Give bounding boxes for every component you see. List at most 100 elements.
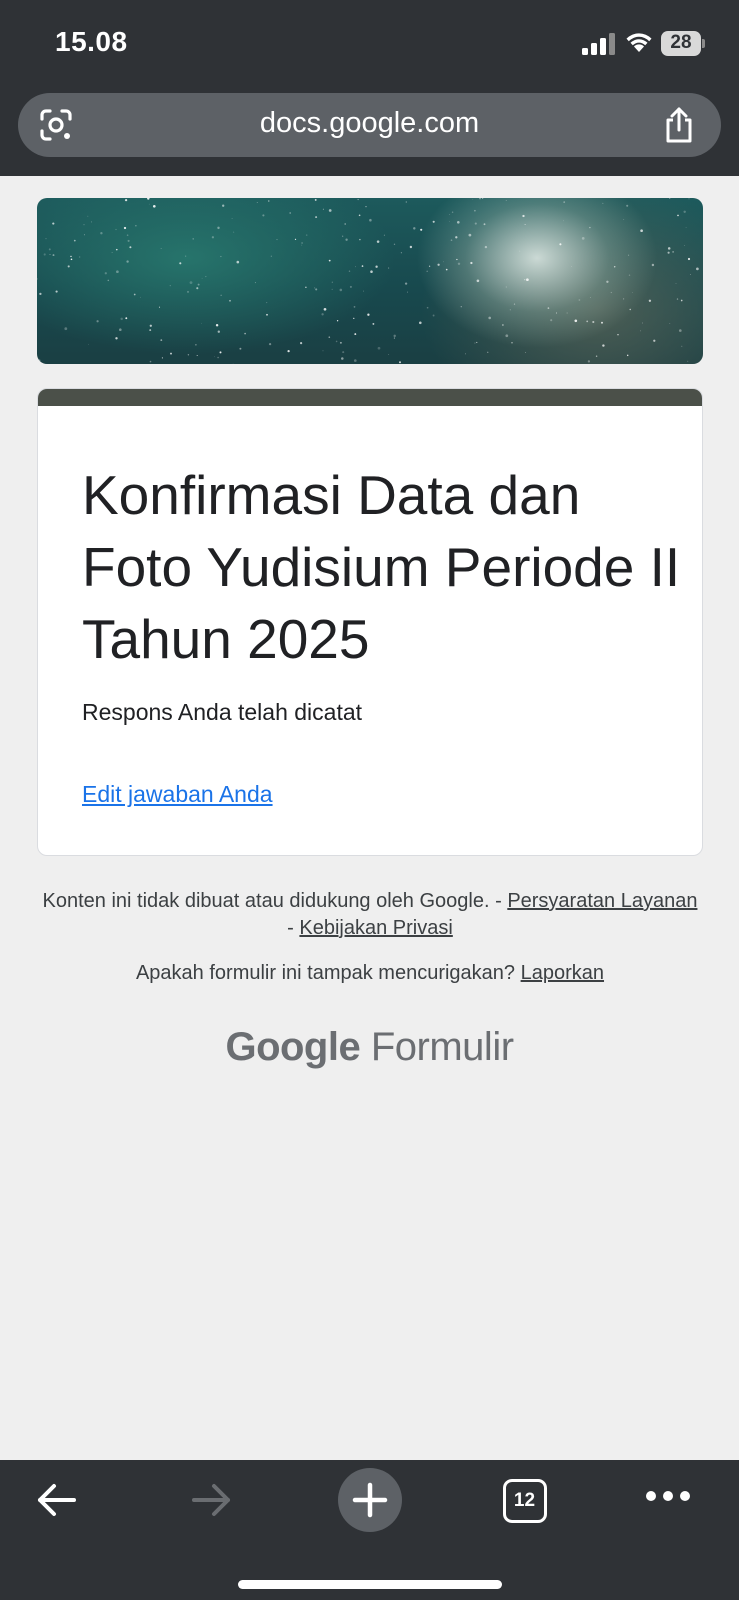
star <box>581 237 585 240</box>
status-time: 15.08 <box>55 26 128 57</box>
star <box>648 299 652 302</box>
star <box>613 266 616 268</box>
star <box>667 251 670 254</box>
star <box>586 320 589 323</box>
edit-response-link[interactable]: Edit jawaban Anda <box>82 781 273 808</box>
star <box>328 259 331 262</box>
star <box>79 256 81 258</box>
star <box>200 322 202 324</box>
star <box>505 286 507 288</box>
tab-switcher-button[interactable]: 12 <box>503 1479 547 1523</box>
star <box>474 209 476 212</box>
star <box>266 302 268 304</box>
star <box>321 313 324 316</box>
star <box>149 360 152 363</box>
star <box>322 350 324 352</box>
star <box>383 234 385 236</box>
more-dots-icon[interactable] <box>645 1488 691 1504</box>
star <box>124 198 128 202</box>
star <box>626 354 629 357</box>
star <box>287 349 290 353</box>
privacy-link[interactable]: Kebijakan Privasi <box>299 917 452 939</box>
star <box>687 257 691 261</box>
star <box>149 324 152 327</box>
star <box>152 204 156 208</box>
star <box>437 263 440 266</box>
star <box>522 214 525 218</box>
star <box>236 260 240 264</box>
star <box>170 352 172 355</box>
star <box>377 346 381 350</box>
star <box>449 214 451 215</box>
battery-indicator: 28 <box>661 31 705 56</box>
star <box>127 239 130 242</box>
star <box>268 342 272 346</box>
star <box>617 333 619 336</box>
star <box>672 251 674 253</box>
star <box>451 211 454 214</box>
star <box>353 306 356 308</box>
star <box>49 253 51 255</box>
star <box>479 198 481 200</box>
star <box>640 330 641 332</box>
star <box>256 202 258 203</box>
star <box>323 307 327 311</box>
star <box>39 292 42 296</box>
star <box>266 313 268 316</box>
star <box>187 290 189 293</box>
star <box>64 327 68 331</box>
star <box>460 306 462 308</box>
home-indicator[interactable] <box>238 1580 502 1589</box>
forward-arrow-icon[interactable] <box>190 1480 234 1520</box>
star <box>305 286 307 288</box>
star <box>38 359 41 362</box>
star <box>399 361 401 364</box>
star <box>678 329 682 332</box>
star <box>331 288 333 290</box>
star <box>375 265 378 268</box>
form-header-image <box>37 198 703 364</box>
star <box>217 330 220 333</box>
star <box>45 238 47 240</box>
star <box>592 320 595 324</box>
star <box>125 317 128 320</box>
separator-text: - <box>287 917 294 939</box>
star <box>559 243 562 246</box>
star <box>365 205 367 208</box>
star <box>169 284 171 287</box>
star <box>233 231 235 233</box>
star <box>563 220 564 222</box>
star <box>147 198 150 200</box>
google-forms-logo[interactable]: Google Formulir <box>0 1025 739 1070</box>
star <box>680 299 683 302</box>
star <box>328 209 332 212</box>
star <box>574 319 578 323</box>
terms-link[interactable]: Persyaratan Layanan <box>507 890 697 912</box>
report-prompt: Apakah formulir ini tampak mencurigakan? <box>135 962 516 984</box>
share-icon[interactable] <box>661 106 697 144</box>
star <box>239 347 242 350</box>
plus-icon <box>352 1482 388 1518</box>
star <box>388 354 390 355</box>
star <box>688 198 690 200</box>
star <box>88 343 89 345</box>
star <box>55 290 58 293</box>
star <box>505 199 507 201</box>
star <box>335 340 338 343</box>
disclaimer-text: Konten ini tidak dibuat atau didukung ol… <box>42 890 502 912</box>
star <box>160 248 162 249</box>
star <box>322 208 324 210</box>
star <box>336 320 339 322</box>
star <box>220 255 222 258</box>
star <box>626 204 629 207</box>
address-bar[interactable]: docs.google.com <box>18 93 721 157</box>
star <box>602 344 605 347</box>
star <box>219 351 222 354</box>
star <box>555 312 558 314</box>
url-text[interactable]: docs.google.com <box>18 107 721 140</box>
back-arrow-icon[interactable] <box>34 1480 78 1520</box>
new-tab-button[interactable] <box>338 1468 402 1532</box>
report-link[interactable]: Laporkan <box>521 962 604 984</box>
star <box>220 294 222 296</box>
star <box>476 341 478 343</box>
